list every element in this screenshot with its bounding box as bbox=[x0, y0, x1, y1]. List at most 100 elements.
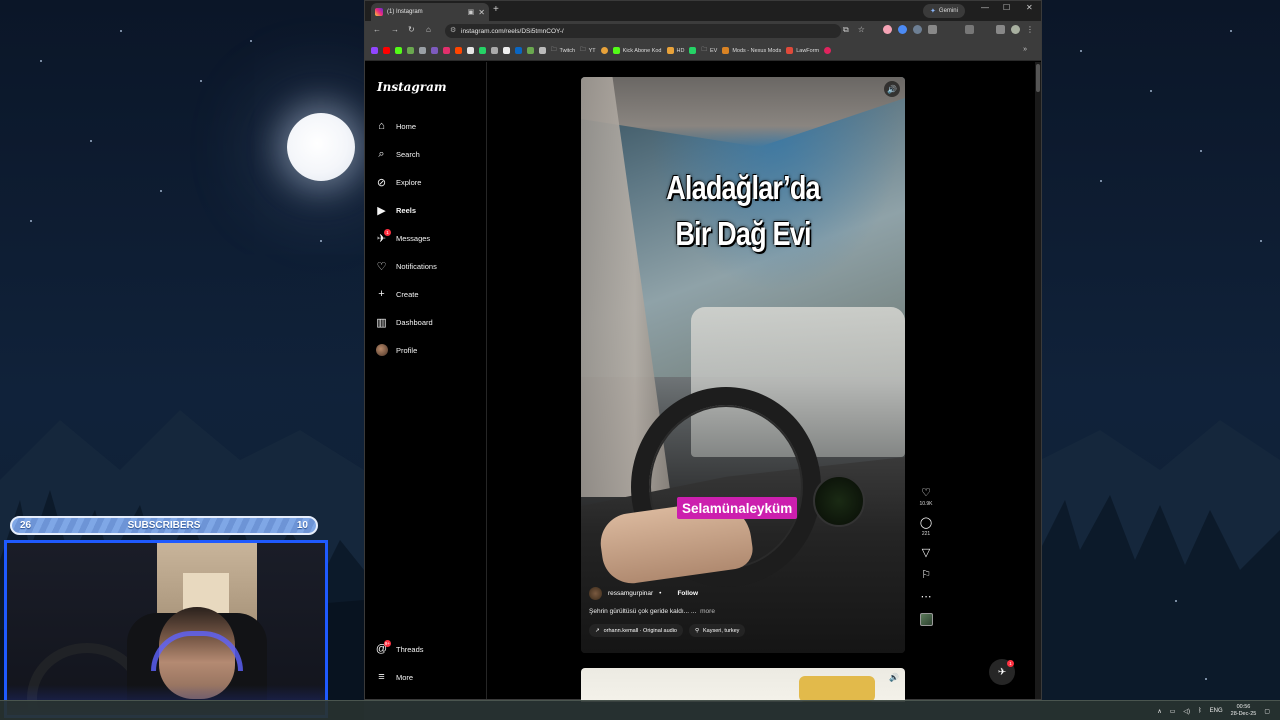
nav-explore[interactable]: ⊘ Explore bbox=[375, 172, 422, 192]
volume-icon[interactable]: 🔊 bbox=[884, 81, 900, 97]
network-icon[interactable]: ▭ bbox=[1170, 708, 1176, 715]
share-button[interactable]: ▽ bbox=[917, 547, 935, 559]
minimize-icon[interactable]: — bbox=[981, 3, 989, 12]
extensions-puzzle-icon[interactable] bbox=[928, 25, 937, 34]
nav-messages[interactable]: ✈ 1 Messages bbox=[375, 228, 430, 248]
bookmark-icon[interactable] bbox=[407, 47, 414, 54]
maximize-icon[interactable]: ☐ bbox=[1003, 3, 1010, 12]
url-input[interactable]: ⚙ instagram.com/reels/DSi5tmnCOY-/ bbox=[445, 24, 841, 38]
profile-avatar[interactable] bbox=[1011, 25, 1020, 34]
location-chip[interactable]: ⚲ Kayseri, turkey bbox=[688, 624, 746, 637]
bookmark-icon[interactable] bbox=[824, 47, 832, 54]
ellipsis-icon: ⋯ bbox=[920, 591, 932, 603]
like-button[interactable]: ♡ 10.9K bbox=[917, 487, 935, 507]
site-info-icon[interactable]: ⚙ bbox=[450, 26, 456, 34]
avatar[interactable] bbox=[589, 587, 602, 600]
nav-dashboard[interactable]: ▥ Dashboard bbox=[375, 312, 432, 332]
follow-button[interactable]: Follow bbox=[677, 590, 698, 597]
back-icon[interactable]: ← bbox=[373, 25, 381, 34]
bookmark-kick-abone-kod[interactable]: Kick Abone Kod bbox=[612, 47, 662, 54]
bookmark-yt[interactable]: 🗀 YT bbox=[580, 46, 596, 55]
nav-create[interactable]: + Create bbox=[375, 284, 419, 304]
reload-icon[interactable]: ↻ bbox=[408, 25, 415, 34]
media-playing-icon[interactable]: ▣ bbox=[468, 8, 475, 16]
bookmark-icon[interactable] bbox=[455, 47, 462, 54]
comment-icon: ◯ bbox=[919, 517, 933, 529]
tray-expand-icon[interactable]: ∧ bbox=[1157, 708, 1161, 715]
messages-fab-button[interactable]: ✈ 1 bbox=[989, 659, 1015, 685]
bookmark-lawform[interactable]: LawForm bbox=[786, 47, 819, 54]
bookmark-hd[interactable]: HD bbox=[666, 47, 684, 54]
nav-threads[interactable]: @9+ Threads bbox=[375, 639, 424, 659]
avatar bbox=[375, 344, 388, 356]
install-app-icon[interactable]: ⧉ bbox=[843, 25, 849, 35]
volume-icon[interactable]: 🔊 bbox=[889, 673, 899, 682]
new-tab-icon[interactable]: + bbox=[493, 4, 499, 15]
nav-more[interactable]: ≡ More bbox=[375, 667, 413, 687]
bluetooth-icon[interactable]: ᛒ bbox=[1198, 708, 1202, 714]
heart-icon: ♡ bbox=[376, 260, 387, 273]
extension-icon[interactable] bbox=[883, 25, 892, 34]
extension-icon[interactable] bbox=[913, 25, 922, 34]
bookmark-star-icon[interactable]: ☆ bbox=[858, 25, 865, 35]
nav-reels[interactable]: ▶ Reels bbox=[375, 200, 416, 220]
nav-label: Explore bbox=[396, 177, 422, 187]
bookmark-icon[interactable] bbox=[479, 47, 486, 54]
audio-chip[interactable]: ↗ orhann.kemall · Original audio bbox=[589, 624, 683, 637]
save-button[interactable]: ⚐ bbox=[917, 569, 935, 581]
bookmark-icon[interactable] bbox=[419, 47, 426, 54]
bookmark-icon[interactable] bbox=[527, 47, 534, 54]
nexus-icon bbox=[722, 47, 730, 54]
bookmark-nexus-mods[interactable]: Mods - Nexus Mods bbox=[722, 47, 781, 54]
page-scrollbar[interactable] bbox=[1035, 62, 1041, 699]
nav-profile[interactable]: Profile bbox=[375, 340, 417, 360]
bookmark-icon[interactable] bbox=[371, 47, 378, 54]
gemini-icon: ✦ bbox=[930, 8, 936, 15]
bookmark-icon[interactable] bbox=[383, 47, 390, 54]
bookmark-icon[interactable] bbox=[491, 47, 498, 54]
url-text: instagram.com/reels/DSi5tmnCOY-/ bbox=[461, 27, 564, 35]
tab-bar: (1) Instagram ▣ ✕ + ✦ Gemini — ☐ ✕ bbox=[365, 1, 1041, 21]
tab-instagram[interactable]: (1) Instagram ▣ ✕ bbox=[371, 3, 489, 21]
nav-home[interactable]: ⌂ Home bbox=[375, 116, 416, 136]
forward-icon[interactable]: → bbox=[391, 25, 399, 34]
close-tab-icon[interactable]: ✕ bbox=[478, 8, 485, 17]
bookmark-icon[interactable] bbox=[395, 47, 402, 54]
downloads-icon[interactable] bbox=[996, 25, 1005, 34]
next-reel-preview[interactable]: 🔊 bbox=[581, 668, 905, 702]
bookmark-twitch[interactable]: 🗀 Twitch bbox=[551, 46, 575, 55]
reel-video[interactable]: Aladağlar’da Bir Dağ Evi Selamünaleyküm … bbox=[581, 77, 905, 653]
audio-thumbnail[interactable] bbox=[917, 613, 935, 626]
language-indicator[interactable]: ENG bbox=[1210, 708, 1223, 714]
more-options-button[interactable]: ⋯ bbox=[917, 591, 935, 603]
browser-menu-icon[interactable]: ⋮ bbox=[1026, 25, 1035, 34]
sidebar-toggle-icon[interactable] bbox=[965, 25, 974, 34]
bookmark-icon[interactable] bbox=[600, 47, 608, 54]
close-window-icon[interactable]: ✕ bbox=[1026, 3, 1033, 12]
nav-notifications[interactable]: ♡ Notifications bbox=[375, 256, 437, 276]
bookmark-icon[interactable] bbox=[467, 47, 474, 54]
bookmark-icon[interactable] bbox=[515, 47, 522, 54]
bookmark-icon[interactable] bbox=[539, 47, 546, 54]
nav-search[interactable]: ⌕ Search bbox=[375, 144, 419, 164]
reel-description: Şehrin gürültüsü çok geride kaldı... ...… bbox=[589, 608, 889, 615]
comment-button[interactable]: ◯ 221 bbox=[917, 517, 935, 537]
bookmark-ev[interactable]: 🗀 EV bbox=[701, 46, 717, 55]
home-browser-icon[interactable]: ⌂ bbox=[426, 25, 431, 34]
bookmark-icon[interactable] bbox=[503, 47, 510, 54]
bookmark-icon[interactable] bbox=[431, 47, 438, 54]
clock[interactable]: 00:56 28-Dec-25 bbox=[1231, 704, 1257, 718]
notification-icon[interactable]: ▢ bbox=[1264, 708, 1270, 715]
more-bookmarks-icon[interactable]: » bbox=[1023, 46, 1027, 53]
bookmark-icon[interactable] bbox=[689, 47, 697, 54]
instagram-logo[interactable]: Instagram bbox=[377, 80, 447, 94]
extension-icon[interactable] bbox=[898, 25, 907, 34]
bookmark-icon[interactable] bbox=[443, 47, 450, 54]
reel-username[interactable]: ressamgurpinar bbox=[608, 590, 653, 597]
nav-label: More bbox=[396, 672, 414, 682]
more-link[interactable]: more bbox=[700, 608, 715, 615]
scrollbar-thumb[interactable] bbox=[1036, 64, 1040, 92]
nav-label: Create bbox=[396, 289, 419, 299]
volume-icon[interactable]: ◁) bbox=[1183, 708, 1190, 715]
gemini-button[interactable]: ✦ Gemini bbox=[923, 4, 965, 18]
